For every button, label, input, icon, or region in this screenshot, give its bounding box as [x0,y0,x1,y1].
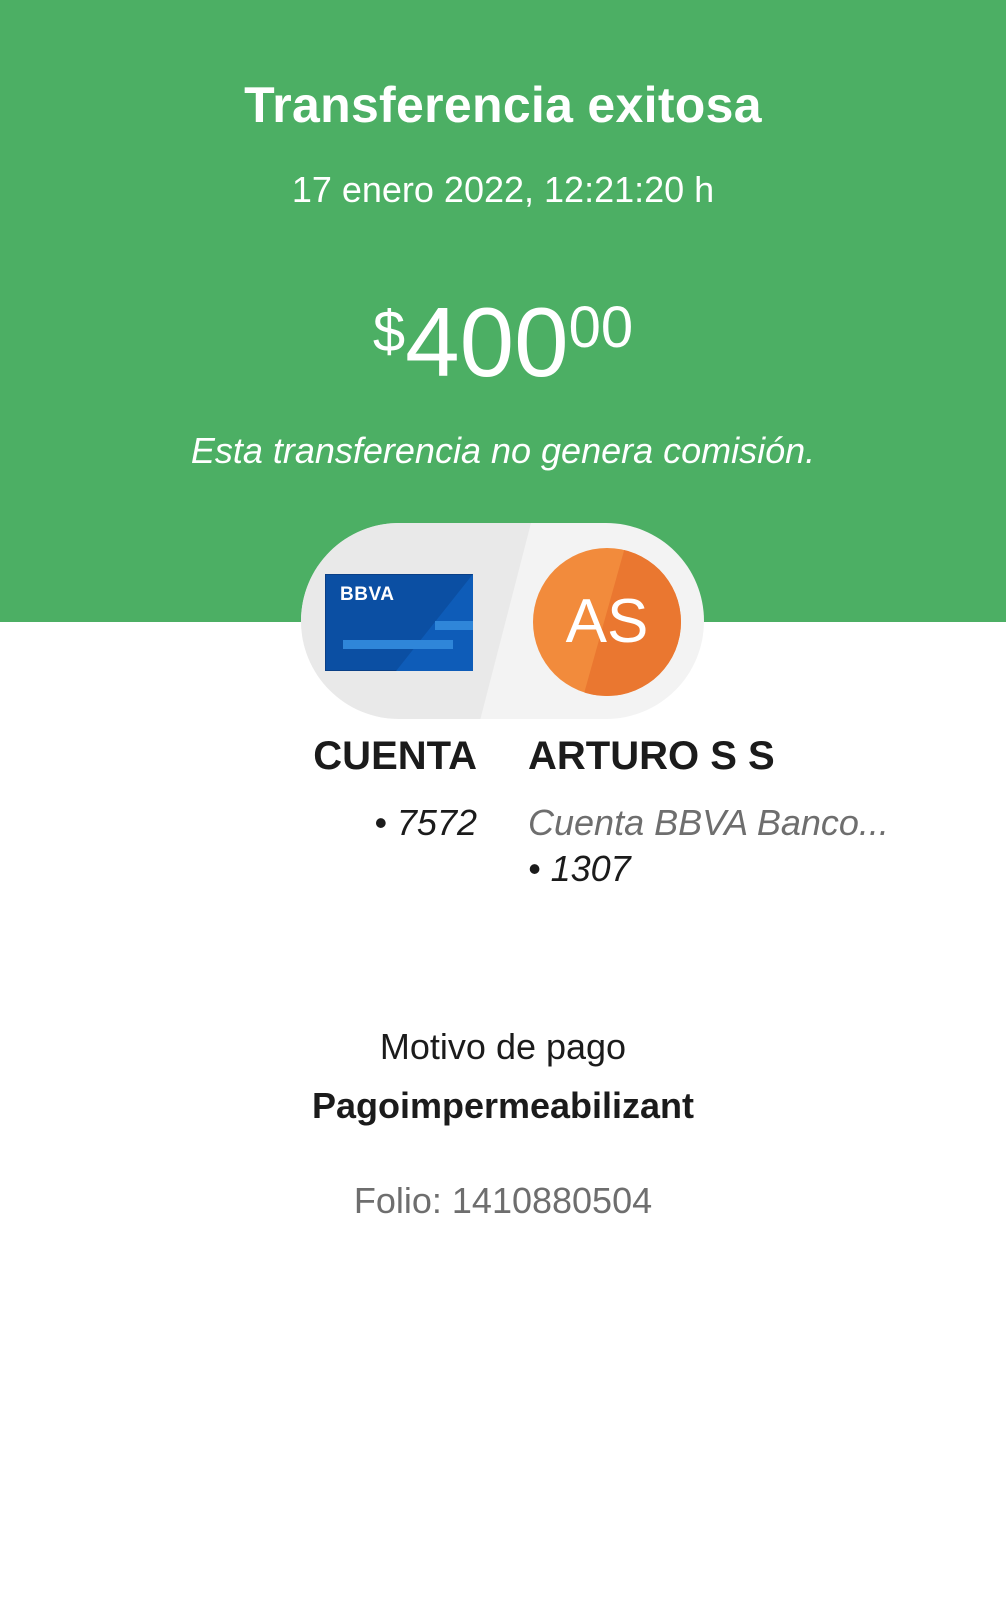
recipient-avatar: AS [533,548,681,696]
amount-decimals: 00 [568,295,634,360]
amount-integer: 400 [405,287,569,397]
card-stripe [435,621,473,630]
transfer-datetime: 17 enero 2022, 12:21:20 h [291,169,715,210]
recipient-bank: Cuenta BBVA Banco... [528,802,889,843]
transfer-amount: $40000 [0,292,1006,392]
bbva-logo: BBVA [340,584,395,605]
page-title: Transferencia exitosa [244,77,762,133]
folio-number: Folio: 1410880504 [353,1180,653,1221]
payment-reason-label: Motivo de pago [379,1026,627,1067]
commission-note: Esta transferencia no genera comisión. [190,430,816,471]
recipient-name: ARTURO S S [528,734,775,778]
source-account-name: CUENTA [313,734,477,778]
payment-reason-value: Pagoimpermeabilizant [311,1085,695,1126]
amount-currency: $ [372,299,406,364]
bbva-card-icon: BBVA [325,574,473,671]
avatar-initials: AS [565,587,649,656]
card-stripe [343,640,453,649]
recipient-account-number: • 1307 [528,848,631,889]
source-account-number: • 7572 [374,802,477,843]
